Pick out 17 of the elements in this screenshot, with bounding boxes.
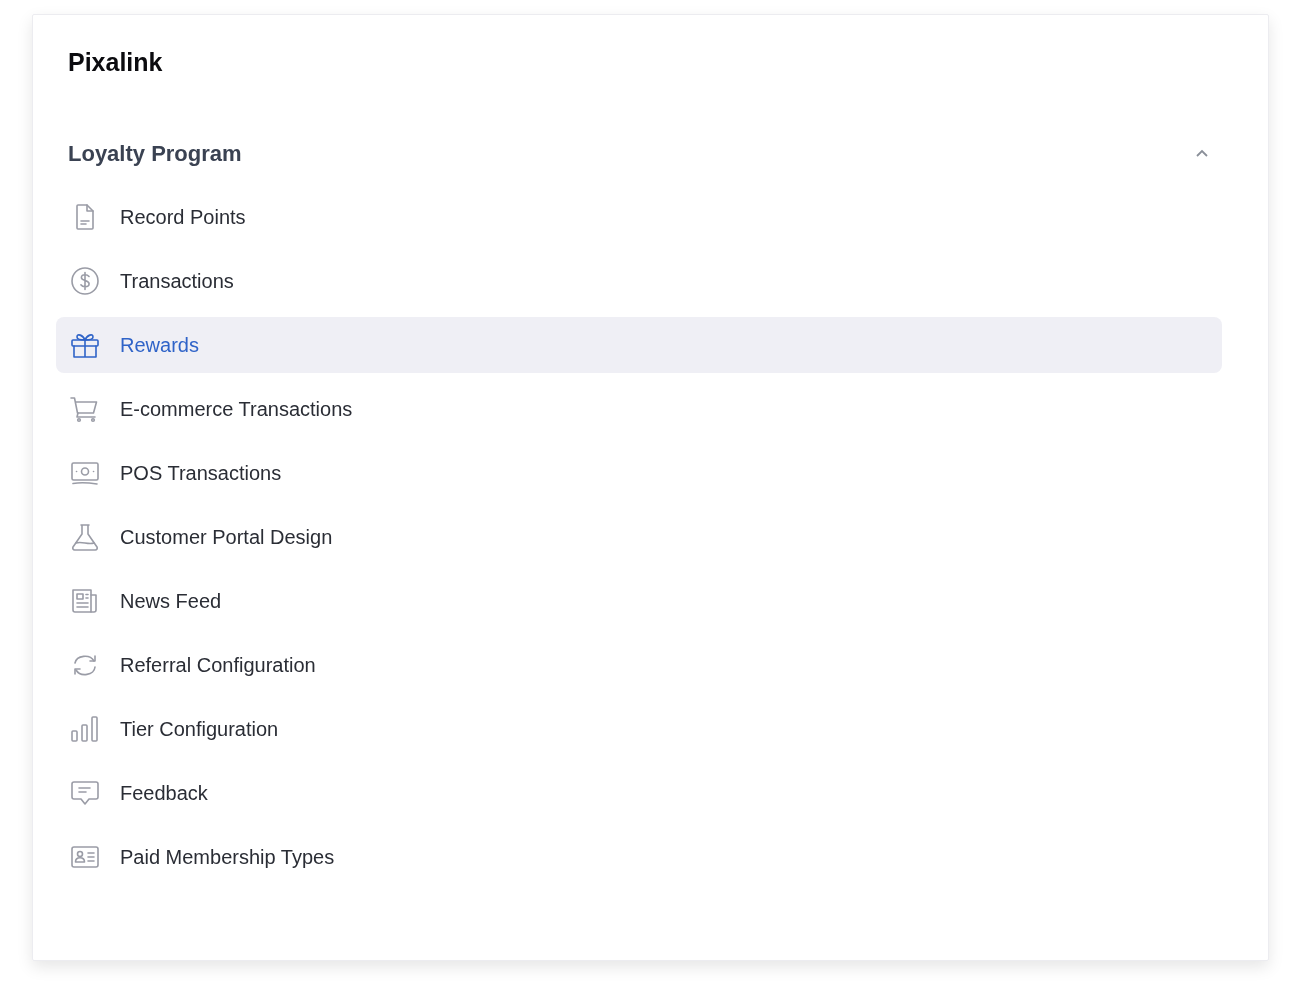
sidebar-item[interactable]: Rewards: [56, 317, 1222, 373]
dollar-icon: [69, 265, 101, 297]
sidebar-item[interactable]: Record Points: [56, 189, 1222, 245]
sidebar-item[interactable]: Referral Configuration: [56, 637, 1222, 693]
section-title: Loyalty Program: [68, 141, 242, 167]
sidebar-item[interactable]: Transactions: [56, 253, 1222, 309]
sidebar-item[interactable]: News Feed: [56, 573, 1222, 629]
sidebar-item[interactable]: Tier Configuration: [56, 701, 1222, 757]
bar-chart-icon: [69, 713, 101, 745]
sidebar-item[interactable]: Feedback: [56, 765, 1222, 821]
app-title: Pixalink: [68, 47, 163, 77]
sidebar-item[interactable]: POS Transactions: [56, 445, 1222, 501]
sidebar-item[interactable]: Customer Portal Design: [56, 509, 1222, 565]
flask-icon: [69, 521, 101, 553]
sidebar-item[interactable]: Paid Membership Types: [56, 829, 1222, 885]
sidebar-item[interactable]: E-commerce Transactions: [56, 381, 1222, 437]
section-header[interactable]: Loyalty Program: [56, 130, 1222, 178]
